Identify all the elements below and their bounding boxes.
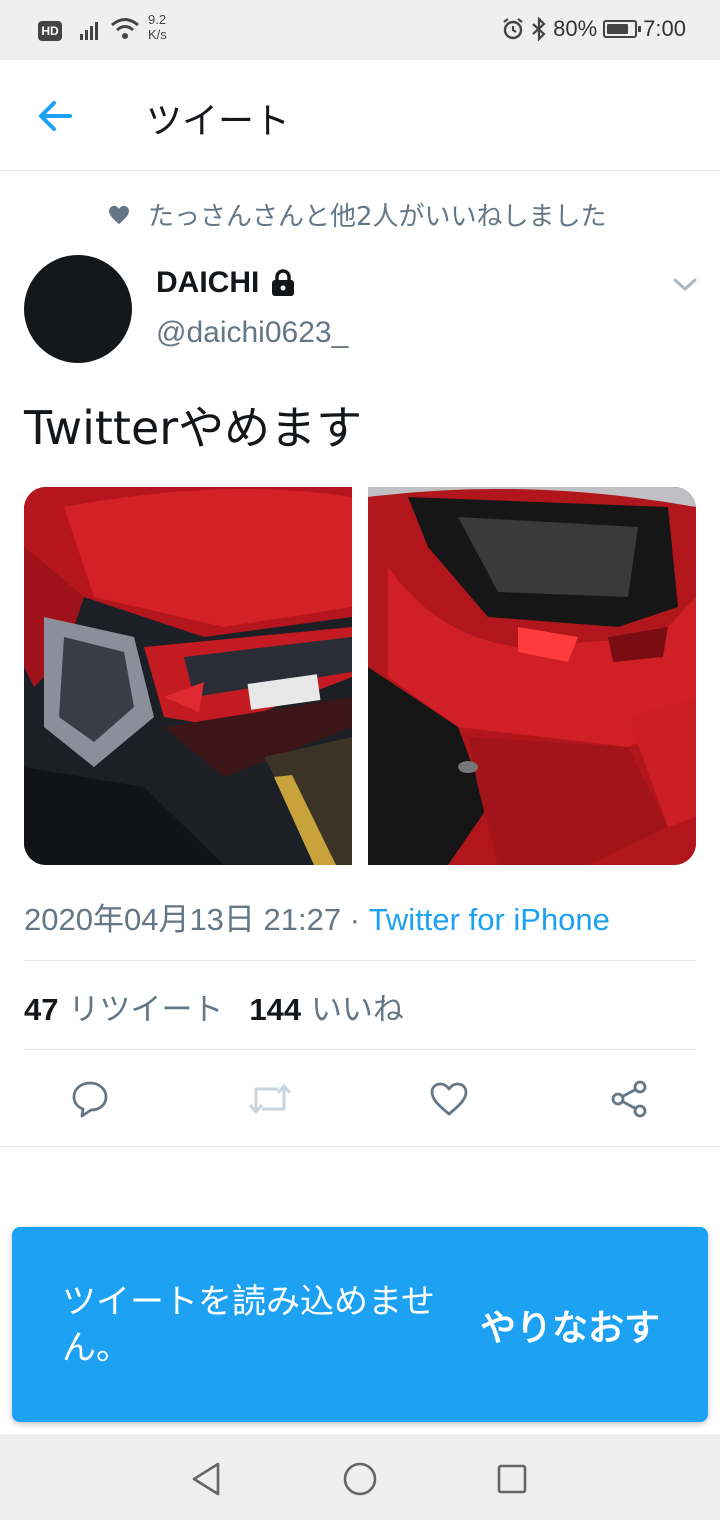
like-button[interactable] (422, 1072, 476, 1126)
reply-icon (72, 1081, 108, 1118)
avatar[interactable] (24, 255, 132, 363)
retweet-stat[interactable]: 47 リツイート (24, 984, 223, 1029)
author-handle[interactable]: @daichi0623_ (156, 316, 348, 350)
retweet-label: リツイート (68, 992, 224, 1028)
signal-icon (80, 22, 98, 40)
bluetooth-icon (532, 17, 546, 41)
divider (24, 960, 696, 961)
liked-by-text: たっさんさんと他2人がいいねしました (148, 202, 607, 232)
triangle-back-icon (192, 1462, 220, 1496)
meta-separator: · (341, 902, 369, 937)
heart-filled-icon (109, 205, 129, 224)
toast-message: ツイートを読み込めません。 (62, 1282, 435, 1368)
chevron-down-icon[interactable] (672, 276, 698, 294)
tweet-media (24, 487, 696, 865)
nav-home-button[interactable] (340, 1459, 380, 1499)
tweet-stats: 47 リツイート 144 いいね (24, 984, 404, 1029)
system-nav-bar (0, 1434, 720, 1520)
status-right: 80% 7:00 (501, 16, 686, 42)
tweet-meta: 2020年04月13日 21:27 · Twitter for iPhone (24, 894, 610, 939)
battery-icon (603, 20, 642, 38)
retweet-button[interactable] (243, 1072, 297, 1126)
divider (0, 1146, 720, 1147)
lock-icon (272, 269, 295, 296)
battery-percent: 80% (553, 16, 598, 41)
hd-badge: HD (38, 21, 62, 41)
nav-back-button[interactable] (186, 1459, 226, 1499)
alarm-icon (503, 18, 523, 40)
divider (24, 1049, 696, 1050)
nav-recents-button[interactable] (492, 1459, 532, 1499)
network-speed: 9.2 K/s (148, 12, 167, 42)
reply-button[interactable] (63, 1072, 117, 1126)
page-title: ツイート (146, 101, 291, 142)
retweet-count: 47 (24, 992, 59, 1027)
like-stat[interactable]: 144 いいね (249, 984, 404, 1029)
retry-button[interactable]: やりなおす (480, 1299, 660, 1351)
error-toast: ツイートを読み込めません。 やりなおす (12, 1227, 708, 1422)
circle-home-icon (343, 1462, 377, 1496)
square-recents-icon (497, 1464, 527, 1494)
back-arrow-icon[interactable] (36, 98, 76, 134)
car-rear-image (368, 487, 696, 865)
car-front-image (24, 487, 352, 865)
photo-crashed-car-front[interactable] (24, 487, 352, 865)
like-label: いいね (310, 992, 404, 1028)
tweet-source-link[interactable]: Twitter for iPhone (369, 902, 610, 937)
tweet-actions (0, 1072, 720, 1126)
wifi-icon (111, 18, 139, 39)
status-bar: HD 9.2 K/s 80% 7:00 (0, 0, 720, 60)
heart-icon (430, 1082, 468, 1116)
share-icon (611, 1080, 647, 1118)
app-header: ツイート (0, 60, 720, 171)
retweet-icon (248, 1084, 292, 1114)
battery-fill (607, 24, 628, 34)
author-name-row[interactable]: DAICHI (156, 266, 297, 300)
speed-unit: K/s (148, 27, 167, 42)
author-name: DAICHI (156, 266, 260, 299)
photo-crashed-car-rear[interactable] (368, 487, 696, 865)
like-count: 144 (249, 992, 302, 1027)
tweet-date: 2020年04月13日 21:27 (24, 902, 342, 937)
tweet-text: Twitterやめます (24, 401, 363, 455)
speed-value: 9.2 (148, 12, 167, 27)
liked-context[interactable]: たっさんさんと他2人がいいねしました (108, 196, 607, 233)
clock: 7:00 (643, 16, 686, 41)
share-button[interactable] (602, 1072, 656, 1126)
